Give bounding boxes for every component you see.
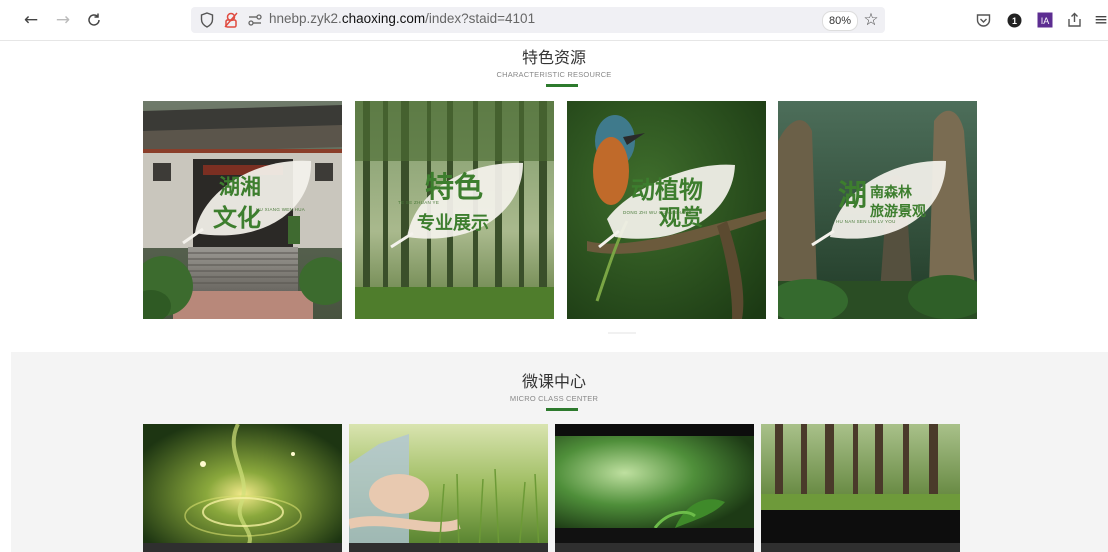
course-green-seedling-image: [555, 424, 754, 552]
extension-1-icon[interactable]: 1: [1004, 10, 1024, 30]
featured-title: 特色资源: [521, 48, 586, 67]
featured-tile-huxiang-culture[interactable]: 湖湘 文化 HU XIANG WEN HUA: [143, 101, 342, 319]
micro-subtitle: MICRO CLASS CENTER: [509, 394, 599, 403]
extension-ia-icon[interactable]: IA: [1035, 10, 1055, 30]
micro-title: 微课中心: [521, 372, 586, 391]
tile3-small: DONG ZHI WU GUAN SHANG: [623, 210, 692, 215]
forward-icon[interactable]: →: [53, 10, 73, 30]
share-icon[interactable]: [1064, 10, 1084, 30]
url-prefix: hnebp.zyk2.: [269, 11, 342, 26]
course-caption-bar: [349, 543, 548, 552]
course-caption-bar: [555, 543, 754, 552]
course-yoga-grass-image: [349, 424, 548, 552]
permissions-icon[interactable]: [221, 10, 241, 30]
tile1-small: HU XIANG WEN HUA: [256, 207, 305, 212]
course-card-green-seedling[interactable]: [555, 424, 754, 552]
tile1-line1: 湖湘: [219, 174, 261, 199]
browser-toolbar: ← → hnebp.zyk2.chaoxing.com/index?staid=…: [0, 0, 1108, 41]
course-card-yoga-grass[interactable]: [349, 424, 548, 552]
course-card-forest-spirit[interactable]: [143, 424, 342, 552]
course-forest-spirit-image: [143, 424, 342, 552]
flora-fauna-image: 动植物 观赏 DONG ZHI WU GUAN SHANG: [567, 101, 766, 319]
course-caption-bar: [761, 543, 960, 552]
back-icon[interactable]: ←: [21, 10, 41, 30]
url-domain: chaoxing.com: [341, 11, 426, 26]
course-card-tall-trees[interactable]: [761, 424, 960, 552]
carousel-indicator: [608, 332, 636, 334]
url-path: /index?staid=4101: [425, 11, 536, 26]
tile1-line2: 文化: [213, 203, 261, 232]
tile2-small: TE SE ZHUAN YE: [398, 200, 439, 205]
star-icon[interactable]: ☆: [861, 10, 881, 30]
url-bar[interactable]: hnebp.zyk2.chaoxing.com/index?staid=4101: [191, 7, 885, 33]
tile3-line1: 动植物: [631, 175, 703, 204]
featured-tile-flora-fauna[interactable]: 动植物 观赏 DONG ZHI WU GUAN SHANG: [567, 101, 766, 319]
reload-icon[interactable]: [84, 10, 104, 30]
featured-underline: [546, 84, 578, 87]
tile3-line2: 观赏: [659, 205, 703, 231]
tile4-line1: 湖: [838, 178, 867, 212]
menu-icon[interactable]: ≡: [1094, 10, 1108, 30]
tile2-line2: 专业展示: [417, 212, 489, 234]
url-text[interactable]: hnebp.zyk2.chaoxing.com/index?staid=4101: [269, 11, 535, 26]
featured-tile-specialty-display[interactable]: 特色 专业展示 TE SE ZHUAN YE: [355, 101, 554, 319]
tracking-icon[interactable]: [245, 10, 265, 30]
tile4-line2: 旅游景观: [870, 203, 926, 220]
featured-subtitle: CHARACTERISTIC RESOURCE: [496, 70, 612, 79]
pocket-icon[interactable]: [973, 10, 993, 30]
svg-text:IA: IA: [1041, 16, 1050, 26]
svg-text:1: 1: [1011, 16, 1016, 26]
micro-underline: [546, 408, 578, 411]
tile2-line1: 特色: [425, 170, 483, 204]
course-tall-trees-image: [761, 424, 960, 552]
tile4-line1b: 南森林: [870, 184, 912, 201]
tile4-small: HU NAN SEN LIN LV YOU: [836, 219, 896, 224]
shield-icon[interactable]: [197, 10, 217, 30]
forest-tourism-image: 湖 南森林 旅游景观 HU NAN SEN LIN LV YOU: [778, 101, 977, 319]
specialty-display-image: 特色 专业展示 TE SE ZHUAN YE: [355, 101, 554, 319]
course-caption-bar: [143, 543, 342, 552]
featured-tile-forest-tourism[interactable]: 湖 南森林 旅游景观 HU NAN SEN LIN LV YOU: [778, 101, 977, 319]
huxiang-culture-image: 湖湘 文化 HU XIANG WEN HUA: [143, 101, 342, 319]
zoom-level-button[interactable]: 80%: [822, 11, 859, 31]
